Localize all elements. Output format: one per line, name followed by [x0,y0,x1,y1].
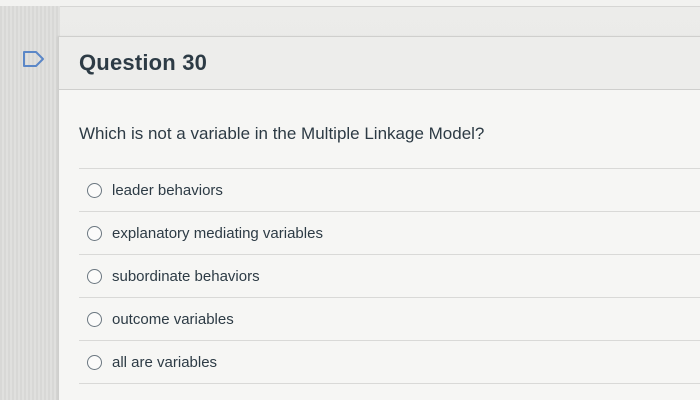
question-header: Question 30 [59,37,700,90]
radio-button-icon[interactable] [87,354,102,370]
radio-button-icon[interactable] [87,311,102,327]
answer-label: outcome variables [112,310,234,328]
answer-label: leader behaviors [112,181,223,199]
flag-icon[interactable] [22,50,46,68]
answer-option[interactable]: leader behaviors [79,169,700,212]
answer-list: leader behaviors explanatory mediating v… [79,168,700,384]
answer-label: all are variables [112,353,218,371]
radio-button-icon[interactable] [87,225,102,241]
top-strip [0,0,700,7]
question-text: Which is not a variable in the Multiple … [79,124,485,143]
question-title: Question 30 [79,50,208,75]
radio-button-icon[interactable] [87,268,102,284]
answer-label: explanatory mediating variables [112,224,323,242]
quiz-page: Question 30 Which is not a variable in t… [0,0,700,400]
answer-label: subordinate behaviors [112,267,260,285]
answer-option[interactable]: outcome variables [79,298,700,341]
question-body: Which is not a variable in the Multiple … [59,124,700,384]
radio-button-icon[interactable] [87,182,102,198]
answer-option[interactable]: subordinate behaviors [79,255,700,298]
answer-option[interactable]: all are variables [79,341,700,384]
answer-option[interactable]: explanatory mediating variables [79,212,700,255]
question-card: Question 30 Which is not a variable in t… [58,36,700,400]
